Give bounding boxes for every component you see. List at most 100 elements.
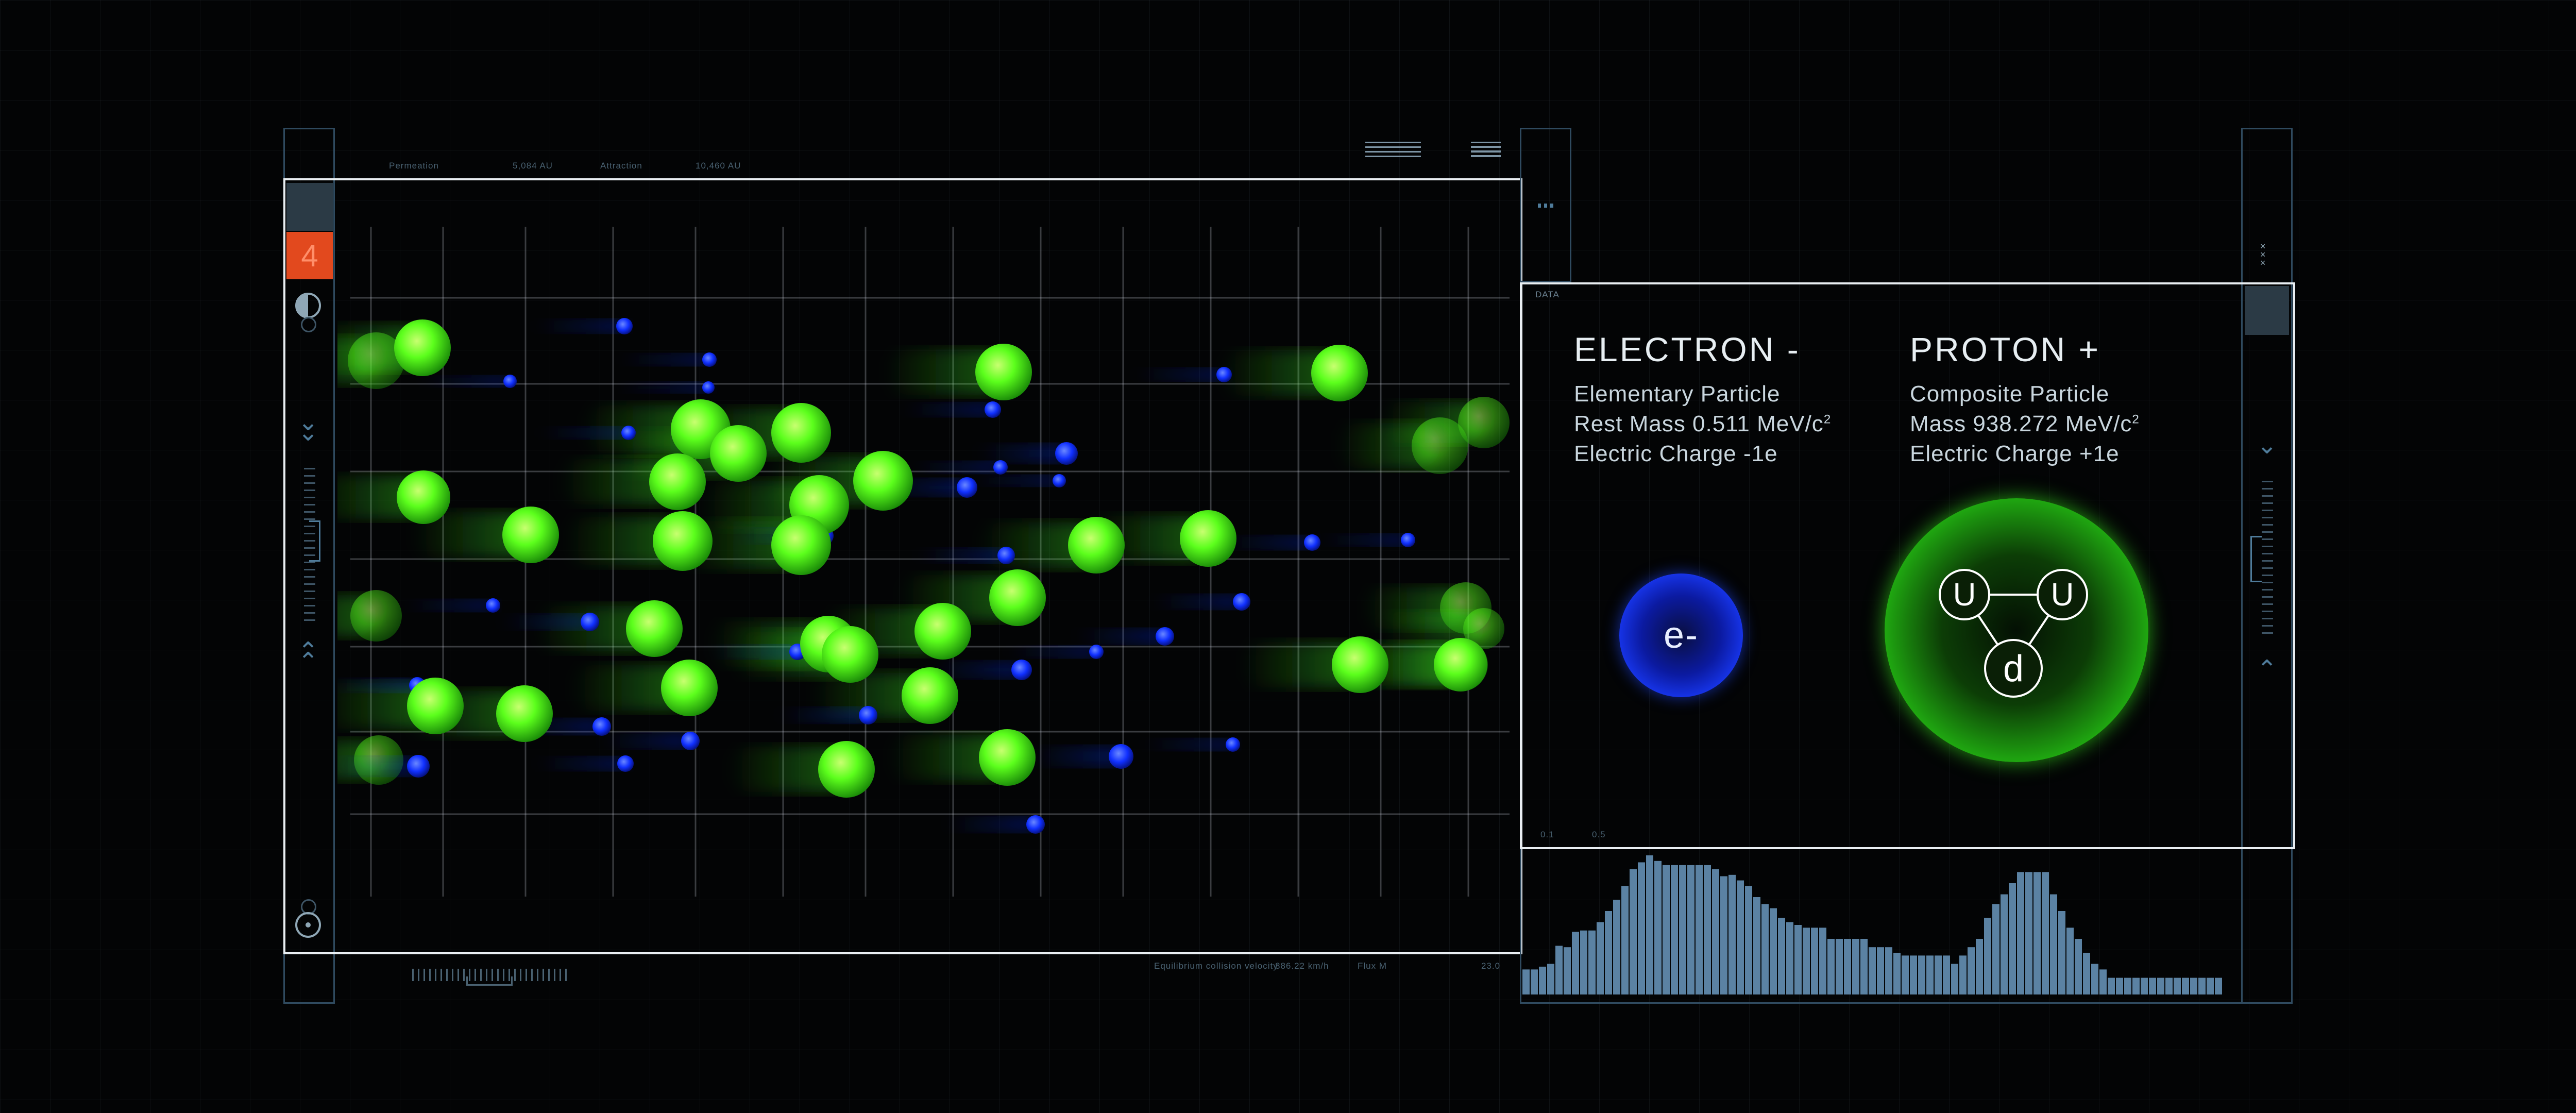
- electron-particle[interactable]: [1226, 737, 1240, 752]
- histogram-bar[interactable]: [2182, 977, 2189, 994]
- histogram-bar[interactable]: [1786, 922, 1793, 994]
- histogram-bar[interactable]: [1778, 918, 1785, 995]
- histogram-bar[interactable]: [1522, 969, 1530, 994]
- histogram-bar[interactable]: [2124, 977, 2131, 994]
- histogram-bar[interactable]: [1819, 927, 1826, 994]
- histogram-bar[interactable]: [1984, 918, 1991, 995]
- proton-particle[interactable]: [1434, 638, 1487, 692]
- electron-particle[interactable]: [1026, 815, 1045, 834]
- electron-particle[interactable]: [1304, 534, 1320, 551]
- histogram-bar[interactable]: [2174, 977, 2181, 994]
- histogram-bar[interactable]: [1869, 947, 1876, 994]
- particle-simulation[interactable]: [337, 216, 1517, 917]
- histogram-bar[interactable]: [1968, 947, 1975, 994]
- electron-particle[interactable]: [617, 755, 634, 772]
- histogram-bar[interactable]: [1555, 946, 1563, 995]
- proton-symbol[interactable]: U U d: [1885, 498, 2148, 762]
- histogram-bar[interactable]: [1671, 865, 1678, 994]
- electron-particle[interactable]: [957, 477, 977, 498]
- histogram-bar[interactable]: [2149, 977, 2156, 994]
- histogram-bar[interactable]: [1893, 953, 1901, 994]
- histogram-bar[interactable]: [1687, 865, 1694, 994]
- electron-particle[interactable]: [503, 375, 517, 388]
- histogram-bar[interactable]: [1943, 955, 1950, 994]
- electron-particle[interactable]: [702, 381, 715, 394]
- proton-particle[interactable]: [1332, 636, 1388, 693]
- histogram-bar[interactable]: [1696, 865, 1703, 994]
- electron-particle[interactable]: [592, 717, 611, 736]
- proton-particle[interactable]: [975, 344, 1032, 400]
- histogram-bar[interactable]: [1605, 911, 1612, 994]
- histogram-bar[interactable]: [2042, 872, 2049, 994]
- histogram-bar[interactable]: [1737, 880, 1744, 994]
- menu-icon[interactable]: [1365, 142, 1421, 157]
- histogram-bar[interactable]: [1621, 886, 1629, 994]
- histogram-bar[interactable]: [1992, 904, 1999, 995]
- histogram-bar[interactable]: [1531, 969, 1538, 994]
- histogram-bar[interactable]: [2025, 872, 2032, 994]
- histogram-bar[interactable]: [1885, 947, 1892, 994]
- histogram-bar[interactable]: [1951, 964, 1958, 994]
- histogram-bar[interactable]: [1564, 947, 1571, 994]
- proton-particle[interactable]: [979, 729, 1036, 786]
- proton-particle[interactable]: [653, 511, 713, 571]
- proton-particle[interactable]: [661, 660, 718, 716]
- proton-particle[interactable]: [502, 507, 559, 563]
- histogram-chart[interactable]: [1522, 845, 2233, 1000]
- proton-particle[interactable]: [771, 403, 831, 463]
- list-icon[interactable]: [1471, 142, 1501, 157]
- histogram-bar[interactable]: [1588, 930, 1596, 994]
- timeline-marker[interactable]: [466, 976, 513, 986]
- histogram-bar[interactable]: [2190, 977, 2197, 994]
- histogram-bar[interactable]: [1704, 865, 1711, 994]
- histogram-bar[interactable]: [1976, 939, 1983, 994]
- histogram-bar[interactable]: [2017, 872, 2024, 994]
- histogram-bar[interactable]: [1844, 939, 1851, 994]
- electron-particle[interactable]: [985, 401, 1001, 418]
- proton-particle[interactable]: [1068, 517, 1125, 574]
- histogram-bar[interactable]: [1613, 900, 1620, 994]
- proton-particle[interactable]: [1311, 345, 1368, 401]
- proton-particle[interactable]: [818, 741, 875, 798]
- histogram-bar[interactable]: [1572, 932, 1579, 995]
- electron-particle[interactable]: [997, 547, 1015, 564]
- proton-particle[interactable]: [1458, 397, 1510, 448]
- histogram-bar[interactable]: [1720, 876, 1727, 995]
- histogram-bar[interactable]: [2215, 977, 2222, 994]
- proton-particle[interactable]: [902, 667, 958, 724]
- histogram-bar[interactable]: [1860, 939, 1868, 994]
- electron-particle[interactable]: [1401, 533, 1415, 547]
- histogram-bar[interactable]: [1910, 955, 1917, 994]
- histogram-bar[interactable]: [1827, 939, 1835, 994]
- electron-particle[interactable]: [702, 352, 717, 367]
- histogram-bar[interactable]: [2165, 977, 2173, 994]
- proton-particle[interactable]: [710, 425, 767, 482]
- proton-particle[interactable]: [407, 678, 464, 734]
- histogram-bar[interactable]: [1877, 947, 1884, 994]
- histogram-bar[interactable]: [1630, 869, 1637, 994]
- proton-particle[interactable]: [626, 600, 683, 657]
- histogram-bar[interactable]: [2083, 953, 2090, 994]
- histogram-bar[interactable]: [1918, 955, 1925, 994]
- electron-particle[interactable]: [1089, 645, 1104, 659]
- electron-particle[interactable]: [859, 706, 877, 724]
- histogram-bar[interactable]: [1539, 967, 1546, 994]
- histogram-bar[interactable]: [2001, 894, 2008, 994]
- histogram-bar[interactable]: [2198, 977, 2206, 994]
- histogram-bar[interactable]: [1712, 869, 1719, 994]
- proton-particle[interactable]: [914, 603, 971, 660]
- electron-particle[interactable]: [1233, 593, 1250, 611]
- electron-particle[interactable]: [621, 426, 636, 440]
- histogram-bar[interactable]: [1926, 955, 1934, 994]
- histogram-bar[interactable]: [1770, 908, 1777, 994]
- proton-particle[interactable]: [771, 515, 831, 575]
- histogram-bar[interactable]: [1638, 862, 1645, 995]
- histogram-bar[interactable]: [1728, 874, 1736, 994]
- proton-particle[interactable]: [397, 470, 450, 524]
- histogram-bar[interactable]: [1935, 955, 1942, 994]
- histogram-bar[interactable]: [2091, 964, 2098, 994]
- electron-particle[interactable]: [616, 318, 633, 334]
- electron-particle[interactable]: [1156, 627, 1174, 646]
- histogram-bar[interactable]: [1959, 955, 1967, 994]
- histogram-bar[interactable]: [1794, 925, 1802, 994]
